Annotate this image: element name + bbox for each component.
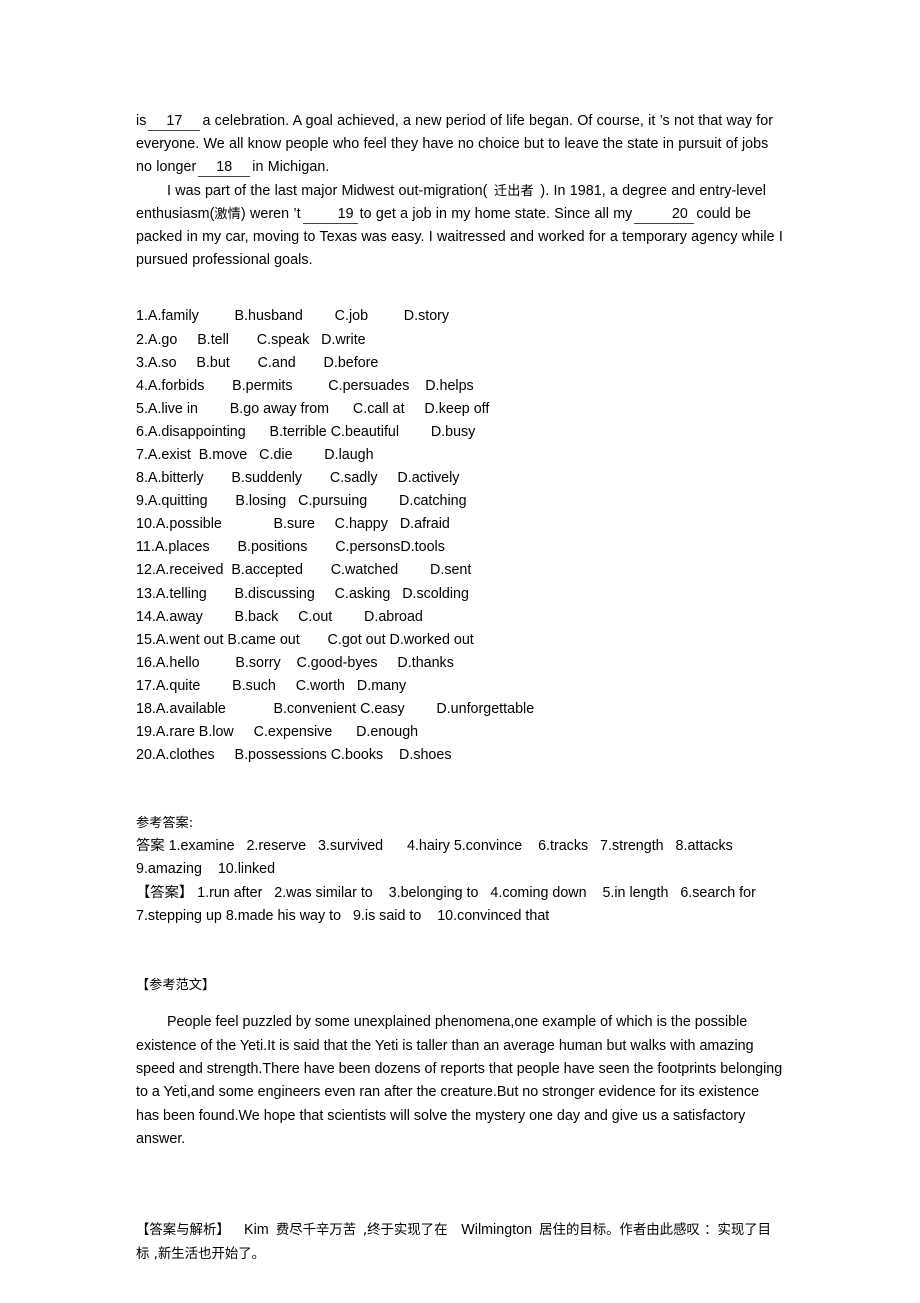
passage-text-1a: is xyxy=(136,113,147,129)
option-line: 2.A.go B.tell C.speak D.write xyxy=(136,331,366,348)
passage-text-2c: ) weren ’t xyxy=(240,205,301,222)
answer-key-heading: 参考答案: xyxy=(136,816,194,832)
model-essay-body: People feel puzzled by some unexplained … xyxy=(136,1014,783,1148)
option-line: 9.A.quitting B.losing C.pursuing D.catch… xyxy=(136,493,467,510)
option-line: 15.A.went out B.came out C.got out D.wor… xyxy=(136,631,474,648)
option-line: 3.A.so B.but C.and D.before xyxy=(136,354,379,371)
option-line: 5.A.live in B.go away from C.call at D.k… xyxy=(136,400,490,417)
passage-text-2d: to get a job in my home state. Since all… xyxy=(359,205,633,222)
option-line: 18.A.available B.convenient C.easy D.unf… xyxy=(136,701,535,718)
document-page: is 17 a celebration. A goal achieved, a ne… xyxy=(0,0,920,1303)
passage-text-1c: in Michigan. xyxy=(252,159,330,176)
multiple-choice-options: 1.A.family B.husband C.job D.story 2.A.g… xyxy=(136,305,784,767)
gloss-chuqianzhe: 迁出者 xyxy=(487,183,541,199)
option-line: 11.A.places B.positions C.personsD.tools xyxy=(136,539,445,556)
option-line: 19.A.rare B.low C.expensive D.enough xyxy=(136,724,419,741)
option-line: 14.A.away B.back C.out D.abroad xyxy=(136,608,423,625)
option-line: 6.A.disappointing B.terrible C.beautiful… xyxy=(136,423,476,440)
option-line: 16.A.hello B.sorry C.good-byes D.thanks xyxy=(136,654,454,671)
analysis-text-1: 费尽千辛万苦 xyxy=(275,1223,363,1239)
document-content: is 17 a celebration. A goal achieved, a ne… xyxy=(136,110,784,1280)
option-line: 4.A.forbids B.permits C.persuades D.help… xyxy=(136,377,474,394)
passage-text-2a: I was part of the last major Midwest out… xyxy=(167,182,488,199)
spacer-before-analysis xyxy=(136,1166,784,1206)
option-line: 20.A.clothes B.possessions C.books D.sho… xyxy=(136,747,452,764)
passage-paragraph-2: I was part of the last major Midwest out… xyxy=(136,180,784,273)
option-line: 10.A.possible B.sure C.happy D.afraid xyxy=(136,516,450,533)
answer-key-line-1: 答案 1.examine 2.reserve 3.survived 4.hair… xyxy=(136,838,737,878)
model-essay-section: 【参考范文】 People feel puzzled by some unexp… xyxy=(136,974,784,1152)
option-line: 12.A.received B.accepted C.watched D.sen… xyxy=(136,562,472,579)
analysis-section: 【答案与解析】 Kim 费尽千辛万苦 ,终于实现了在 Wilmington 居住… xyxy=(136,1219,784,1266)
blank-19: 19 xyxy=(302,206,358,224)
gloss-jiqing: 激情 xyxy=(214,206,241,222)
blank-18: 18 xyxy=(198,159,251,178)
option-line: 8.A.bitterly B.suddenly C.sadly D.active… xyxy=(136,470,460,487)
answer-key-line-2: 【答案】 1.run after 2.was similar to 3.belo… xyxy=(136,884,768,924)
option-line: 7.A.exist B.move C.die D.laugh xyxy=(136,446,374,463)
analysis-text-3: 居住的目标。作者由此感叹 ： xyxy=(539,1223,718,1239)
analysis-name-kim: Kim xyxy=(229,1222,276,1239)
option-line: 1.A.family B.husband C.job D.story xyxy=(136,308,450,325)
option-line: 17.A.quite B.such C.worth D.many xyxy=(136,677,407,694)
analysis-name-wilmington: Wilmington xyxy=(454,1222,540,1239)
answer-key-section: 参考答案: 答案 1.examine 2.reserve 3.survived … xyxy=(136,812,784,927)
spacer-before-answers xyxy=(136,767,784,812)
spacer-before-options xyxy=(136,272,784,305)
analysis-text-2: ,终于实现了在 xyxy=(362,1223,455,1239)
analysis-label: 【答案与解析】 xyxy=(136,1223,230,1239)
spacer-before-essay xyxy=(136,928,784,974)
passage-paragraph-1: is 17 a celebration. A goal achieved, a ne… xyxy=(136,110,784,180)
option-line: 13.A.telling B.discussing C.asking D.sco… xyxy=(136,585,469,602)
blank-17: 17 xyxy=(148,113,201,131)
model-essay-heading: 【参考范文】 xyxy=(136,977,216,993)
blank-20: 20 xyxy=(634,206,695,224)
